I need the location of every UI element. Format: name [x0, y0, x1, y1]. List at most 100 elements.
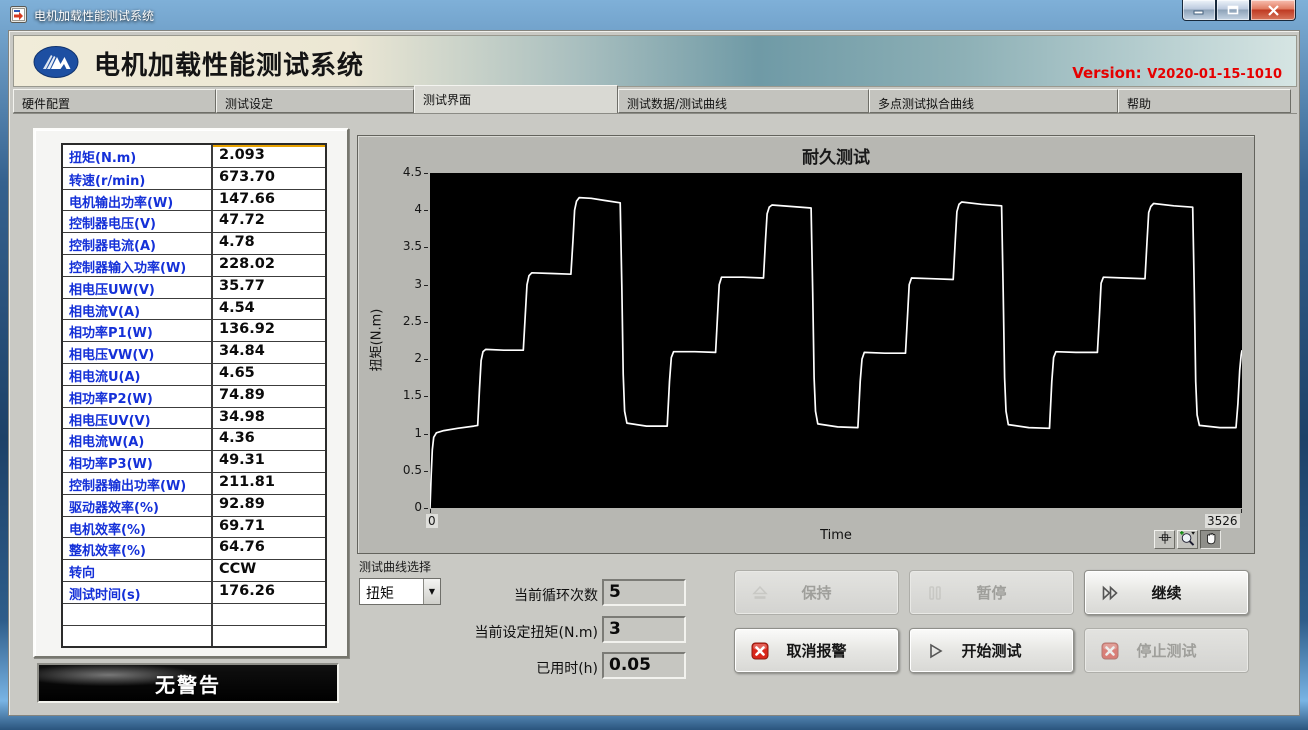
version-label: Version:	[1072, 64, 1141, 82]
cancel-alarm-icon	[750, 641, 770, 661]
y-tick-mark	[424, 359, 428, 360]
tab-多点测试拟合曲线[interactable]: 多点测试拟合曲线	[869, 89, 1118, 113]
tab-label: 多点测试拟合曲线	[878, 97, 974, 111]
table-row: 相电压UW(V)35.77	[63, 276, 325, 298]
measurement-value: 228.02	[213, 255, 325, 276]
table-row: 相电压VW(V)34.84	[63, 341, 325, 363]
measurement-label: 驱动器效率(%)	[63, 495, 213, 516]
tab-label: 硬件配置	[22, 97, 70, 111]
tab-测试界面[interactable]: 测试界面	[414, 85, 618, 113]
tab-硬件配置[interactable]: 硬件配置	[13, 89, 216, 113]
table-row: 相电流V(A)4.54	[63, 298, 325, 320]
chart-panel: 耐久测试 扭矩(N.m) Time 00.511.522.533.544.503…	[357, 135, 1255, 554]
stop-test-icon	[1100, 641, 1120, 661]
version-text: Version: V2020-01-15-1010	[1072, 63, 1282, 82]
field-value-3[interactable]: 0.05	[602, 652, 686, 679]
x-tick-label: 3526	[1205, 514, 1240, 528]
y-tick-mark	[424, 285, 428, 286]
y-tick-mark	[424, 434, 428, 435]
button-label: 继续	[1151, 582, 1181, 603]
measurement-value: 211.81	[213, 473, 325, 494]
field-value-2[interactable]: 3	[602, 616, 686, 643]
button-开始测试[interactable]: 开始测试	[909, 628, 1074, 673]
y-tick-label: 2	[360, 351, 422, 365]
table-row: 控制器输入功率(W)228.02	[63, 254, 325, 276]
measurement-label: 电机效率(%)	[63, 517, 213, 538]
table-row: 扭矩(N.m)2.093	[63, 145, 325, 167]
title-bar[interactable]: 电机加载性能测试系统	[0, 0, 1308, 30]
measurement-label: 扭矩(N.m)	[63, 145, 213, 167]
warning-banner: 无警告	[37, 663, 339, 703]
zoom-tool-button[interactable]	[1177, 530, 1198, 549]
measurement-label: 相电流V(A)	[63, 299, 213, 320]
measurement-value: 69.71	[213, 517, 325, 538]
chart-title: 耐久测试	[430, 143, 1242, 168]
table-row: 相功率P1(W)136.92	[63, 319, 325, 341]
application-window: 电机加载性能测试系统 电机加载性能测试系统 Version: V2020-01-…	[0, 0, 1308, 730]
measurement-value: 47.72	[213, 211, 325, 232]
x-axis-label: Time	[430, 528, 1242, 543]
app-header: 电机加载性能测试系统 Version: V2020-01-15-1010	[13, 35, 1297, 87]
field-label: 当前设定扭矩(N.m)	[358, 622, 598, 642]
measurement-label: 相功率P2(W)	[63, 386, 213, 407]
measurement-label: 控制器输入功率(W)	[63, 255, 213, 276]
measurement-value: 136.92	[213, 320, 325, 341]
tab-测试设定[interactable]: 测试设定	[216, 89, 414, 113]
version-value: V2020-01-15-1010	[1147, 67, 1282, 82]
client-area: 电机加载性能测试系统 Version: V2020-01-15-1010 硬件配…	[8, 30, 1300, 716]
tab-测试数据/测试曲线[interactable]: 测试数据/测试曲线	[618, 89, 869, 113]
measurement-table[interactable]: 扭矩(N.m)2.093转速(r/min)673.70电机输出功率(W)147.…	[61, 143, 327, 648]
crosshair-tool-button[interactable]	[1154, 530, 1175, 549]
y-tick-mark	[424, 396, 428, 397]
company-logo	[32, 43, 80, 85]
measurement-value: 49.31	[213, 451, 325, 472]
play-icon	[925, 641, 945, 661]
button-label: 暂停	[976, 582, 1006, 603]
table-row: 相功率P2(W)74.89	[63, 385, 325, 407]
y-tick-label: 1.5	[360, 388, 422, 402]
measurement-panel: 扭矩(N.m)2.093转速(r/min)673.70电机输出功率(W)147.…	[33, 128, 349, 658]
y-tick-mark	[424, 471, 428, 472]
measurement-value: 4.54	[213, 299, 325, 320]
measurement-value: CCW	[213, 560, 325, 581]
measurement-value: 176.26	[213, 582, 325, 603]
button-继续[interactable]: 继续	[1084, 570, 1249, 615]
y-tick-mark	[424, 322, 428, 323]
measurement-value	[213, 604, 325, 625]
measurement-label: 相电压UV(V)	[63, 408, 213, 429]
button-取消报警[interactable]: 取消报警	[734, 628, 899, 673]
tab-label: 帮助	[1127, 97, 1151, 111]
table-row: 电机效率(%)69.71	[63, 516, 325, 538]
x-tick-mark	[1241, 509, 1242, 513]
measurement-label: 控制器电流(A)	[63, 233, 213, 254]
measurement-label	[63, 604, 213, 625]
pan-tool-button[interactable]	[1200, 530, 1221, 549]
chart-plot-area[interactable]	[430, 173, 1242, 508]
measurement-value: 35.77	[213, 277, 325, 298]
minimize-button[interactable]	[1182, 0, 1216, 21]
button-停止测试[interactable]: 停止测试	[1084, 628, 1249, 673]
table-row: 相功率P3(W)49.31	[63, 450, 325, 472]
measurement-value: 34.84	[213, 342, 325, 363]
measurement-label: 转速(r/min)	[63, 168, 213, 189]
field-value-1[interactable]: 5	[602, 579, 686, 606]
tab-帮助[interactable]: 帮助	[1118, 89, 1291, 113]
y-tick-label: 4.5	[360, 165, 422, 179]
app-title: 电机加载性能测试系统	[94, 45, 364, 82]
table-row: 驱动器效率(%)92.89	[63, 494, 325, 516]
measurement-label: 相电压UW(V)	[63, 277, 213, 298]
table-row: 控制器电压(V)47.72	[63, 210, 325, 232]
measurement-label: 控制器输出功率(W)	[63, 473, 213, 494]
maximize-button[interactable]	[1216, 0, 1250, 21]
close-button[interactable]	[1250, 0, 1296, 21]
measurement-label: 相电压VW(V)	[63, 342, 213, 363]
measurement-value: 64.76	[213, 538, 325, 559]
measurement-label: 整机效率(%)	[63, 538, 213, 559]
button-暂停[interactable]: 暂停	[909, 570, 1074, 615]
pause-icon	[925, 583, 945, 603]
y-tick-mark	[424, 508, 428, 509]
measurement-value: 147.66	[213, 190, 325, 211]
tab-label: 测试数据/测试曲线	[627, 97, 727, 111]
y-tick-label: 3.5	[360, 239, 422, 253]
button-保持[interactable]: 保持	[734, 570, 899, 615]
